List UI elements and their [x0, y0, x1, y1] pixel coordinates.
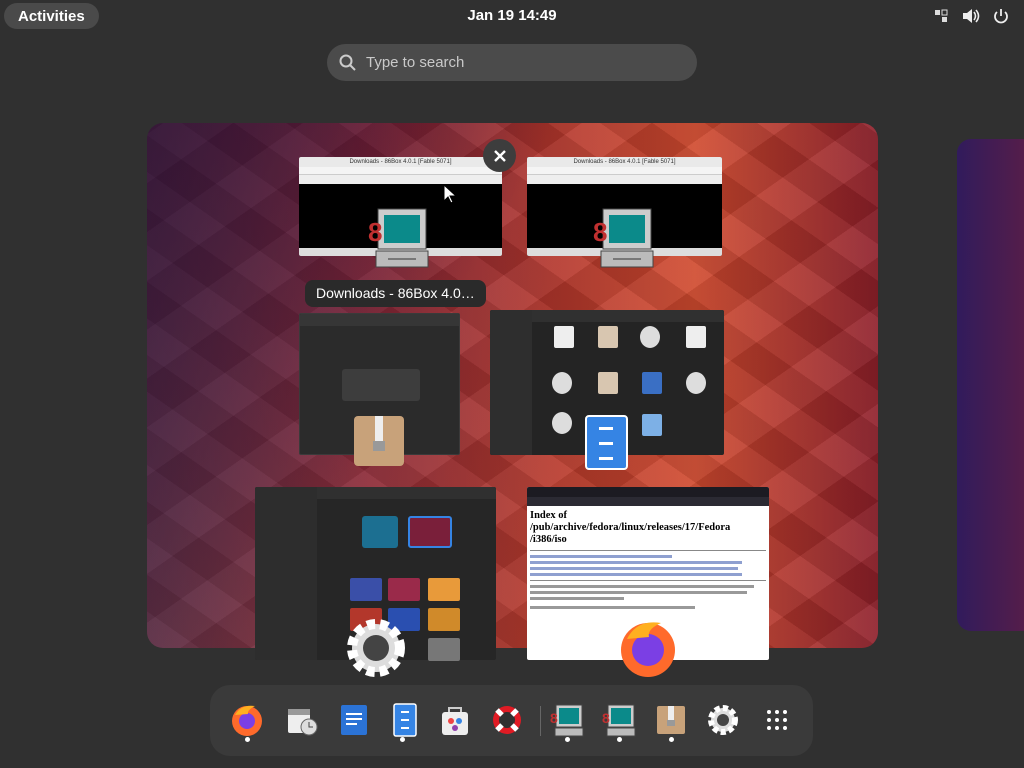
close-window-button[interactable] — [483, 139, 516, 172]
toolbar — [527, 175, 722, 184]
light-style-thumbnail — [362, 516, 398, 548]
86box-app-icon: 8 — [368, 208, 429, 268]
running-indicator — [565, 737, 570, 742]
settings-sidebar — [255, 487, 317, 660]
firefox-app-icon — [621, 622, 675, 677]
file-cabinet-app-icon — [585, 415, 628, 470]
system-tray[interactable] — [932, 7, 1010, 25]
dock-item-86box-2[interactable]: 8 — [602, 703, 636, 737]
svg-text:8: 8 — [602, 710, 610, 726]
dialog — [342, 369, 420, 401]
file-icon — [598, 372, 618, 394]
header-bar — [317, 487, 496, 499]
clock: Jan 19 14:49 — [0, 0, 1024, 32]
disc-icon — [640, 326, 660, 348]
running-indicator — [669, 737, 674, 742]
dock-item-firefox[interactable] — [230, 703, 264, 737]
dock-item-archive-manager[interactable] — [654, 703, 688, 737]
dock-item-settings[interactable] — [706, 703, 740, 737]
page-heading: Index of /pub/archive/fedora/linux/relea… — [530, 510, 731, 545]
window-title: Downloads - 86Box 4.0.1 [Fable 5071] — [527, 157, 722, 167]
search-bar[interactable] — [327, 44, 697, 81]
volume-icon[interactable] — [962, 7, 980, 25]
file-icon — [598, 326, 618, 348]
svg-text:8: 8 — [593, 217, 607, 247]
86box-app-icon: 8 — [593, 208, 654, 268]
menu-bar — [527, 167, 722, 175]
disc-icon — [552, 412, 572, 434]
svg-text:8: 8 — [368, 217, 382, 247]
wallpaper-thumbnail — [350, 578, 382, 601]
show-apps-icon[interactable] — [760, 703, 794, 737]
files-sidebar — [490, 310, 532, 455]
mouse-pointer-icon — [443, 184, 457, 204]
header-bar — [300, 314, 459, 326]
dock-item-file-roller[interactable] — [388, 703, 422, 737]
dock-item-software[interactable] — [438, 703, 472, 737]
running-indicator — [245, 737, 250, 742]
header-bar — [532, 310, 724, 322]
wallpaper-thumbnail — [428, 578, 460, 601]
file-icon — [686, 326, 706, 348]
window-caption: Downloads - 86Box 4.0… — [305, 280, 486, 307]
search-input[interactable] — [366, 54, 666, 71]
svg-text:8: 8 — [550, 710, 558, 726]
file-icon — [554, 326, 574, 348]
toolbar — [299, 175, 502, 184]
power-icon[interactable] — [992, 7, 1010, 25]
disc-icon — [552, 372, 572, 394]
clock-button[interactable]: Jan 19 14:49 — [467, 7, 556, 24]
next-workspace-thumbnail[interactable] — [957, 139, 1024, 631]
top-bar: Activities Jan 19 14:49 — [0, 0, 1024, 32]
running-indicator — [617, 737, 622, 742]
accessibility-icon[interactable] — [932, 7, 950, 25]
wallpaper-thumbnail — [388, 578, 420, 601]
tab-bar — [527, 487, 769, 497]
menu-bar — [299, 167, 502, 175]
dock-item-86box[interactable]: 8 — [550, 703, 584, 737]
dock-item-text-editor[interactable] — [337, 703, 371, 737]
running-indicator — [400, 737, 405, 742]
url-bar — [527, 497, 769, 506]
page-content: Index of /pub/archive/fedora/linux/relea… — [527, 506, 769, 616]
disc-icon — [686, 372, 706, 394]
dock-item-calendar[interactable] — [285, 703, 319, 737]
wallpaper-thumbnail — [428, 608, 460, 631]
activities-button[interactable]: Activities — [4, 3, 99, 29]
dock-item-help[interactable] — [490, 703, 524, 737]
archive-app-icon — [354, 416, 404, 466]
settings-app-icon — [347, 619, 405, 677]
window-title: Downloads - 86Box 4.0.1 [Fable 5071] — [299, 157, 502, 167]
dock-separator — [540, 706, 541, 736]
dark-style-thumbnail — [408, 516, 452, 548]
wallpaper-thumbnail — [428, 638, 460, 661]
folder-icon — [642, 414, 662, 436]
search-icon — [339, 54, 356, 71]
close-icon — [493, 149, 506, 162]
86box-file-icon — [642, 372, 662, 394]
